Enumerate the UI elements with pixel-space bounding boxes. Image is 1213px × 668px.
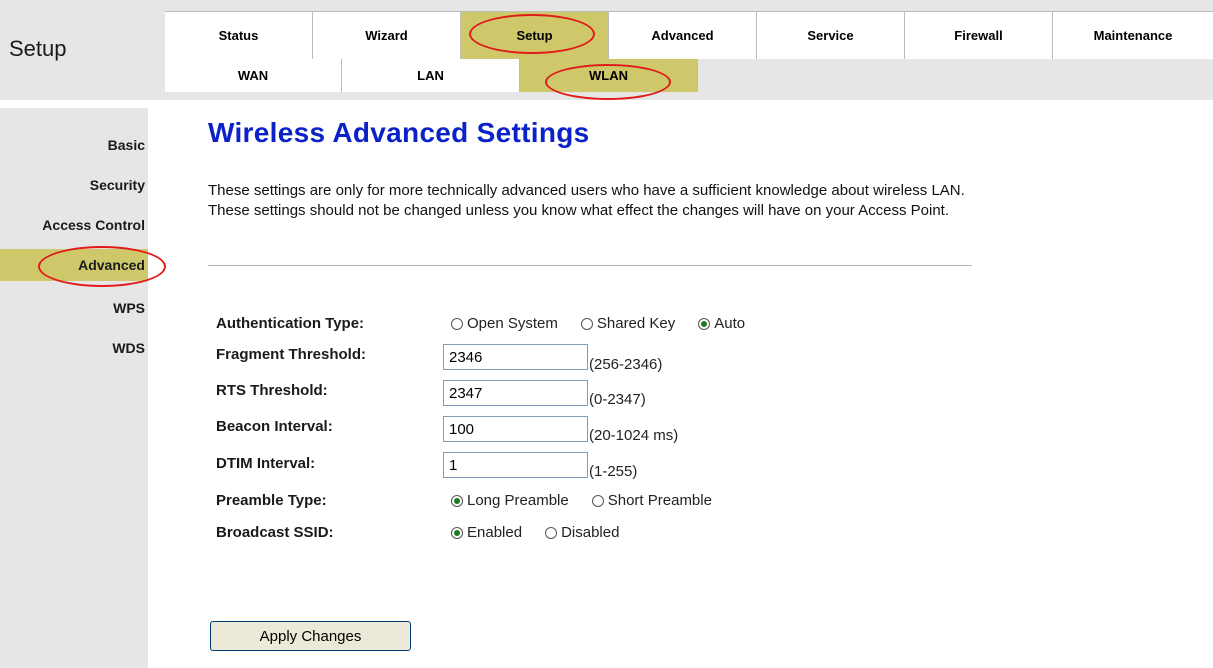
broadcast-ssid-label: Broadcast SSID: [216, 524, 334, 541]
tab-wizard[interactable]: Wizard [313, 12, 461, 59]
auth-open-system-option[interactable]: Open System [451, 315, 558, 332]
auth-shared-key-radio[interactable] [580, 317, 593, 330]
auth-shared-key-option[interactable]: Shared Key [580, 315, 676, 332]
sidebar-item-wps[interactable]: WPS [0, 292, 148, 324]
beacon-interval-label: Beacon Interval: [216, 418, 333, 435]
fragment-threshold-input[interactable] [443, 344, 588, 370]
broadcast-disabled-radio[interactable] [545, 526, 558, 539]
apply-changes-button[interactable]: Apply Changes [210, 621, 411, 651]
preamble-short-label: Short Preamble [607, 492, 712, 509]
broadcast-enabled-option[interactable]: Enabled [451, 524, 522, 541]
broadcast-disabled-option[interactable]: Disabled [545, 524, 619, 541]
auth-shared-key-label: Shared Key [596, 315, 676, 332]
auth-open-system-label: Open System [467, 315, 558, 332]
auth-auto-label: Auto [714, 315, 746, 332]
preamble-long-option[interactable]: Long Preamble [451, 492, 569, 509]
beacon-interval-range: (20-1024 ms) [589, 427, 679, 444]
sub-tabs: WAN LAN WLAN [165, 59, 1213, 92]
broadcast-ssid-radio-group: Enabled Disabled [451, 524, 642, 541]
tab-maintenance[interactable]: Maintenance [1053, 12, 1213, 59]
tab-status[interactable]: Status [165, 12, 313, 59]
tab-setup[interactable]: Setup [461, 12, 609, 59]
auth-type-radio-group: Open System Shared Key Auto [451, 315, 768, 332]
auth-auto-option[interactable]: Auto [698, 315, 745, 332]
beacon-interval-input[interactable] [443, 416, 588, 442]
fragment-threshold-range: (256-2346) [589, 356, 663, 373]
auth-type-label: Authentication Type: [216, 315, 365, 332]
sidebar: Basic Security Access Control Advanced W… [0, 108, 148, 668]
page-title: Wireless Advanced Settings [208, 117, 590, 148]
subtab-wlan[interactable]: WLAN [520, 59, 698, 92]
dtim-interval-range: (1-255) [589, 463, 638, 480]
sidebar-item-security[interactable]: Security [0, 169, 148, 201]
preamble-long-radio[interactable] [451, 494, 463, 507]
rts-threshold-label: RTS Threshold: [216, 382, 328, 399]
subtab-lan[interactable]: LAN [342, 59, 520, 92]
sidebar-item-basic[interactable]: Basic [0, 129, 148, 161]
sidebar-item-advanced[interactable]: Advanced [0, 249, 148, 281]
preamble-type-label: Preamble Type: [216, 492, 327, 509]
top-navigation: Setup Status Wizard Setup Advanced Servi… [0, 0, 1213, 100]
main-tabs: Status Wizard Setup Advanced Service Fir… [165, 11, 1213, 59]
sidebar-item-wds[interactable]: WDS [0, 332, 148, 364]
divider [208, 265, 972, 266]
rts-threshold-input[interactable] [443, 380, 588, 406]
intro-text: These settings are only for more technic… [208, 182, 965, 219]
preamble-long-label: Long Preamble [467, 492, 569, 509]
broadcast-enabled-label: Enabled [467, 524, 523, 541]
auth-auto-radio[interactable] [698, 317, 711, 330]
auth-open-system-radio[interactable] [451, 317, 463, 330]
tab-service[interactable]: Service [757, 12, 905, 59]
preamble-short-radio[interactable] [591, 494, 604, 507]
fragment-threshold-label: Fragment Threshold: [216, 346, 367, 363]
dtim-interval-label: DTIM Interval: [216, 455, 316, 472]
section-title: Setup [9, 36, 67, 61]
tab-firewall[interactable]: Firewall [905, 12, 1053, 59]
rts-threshold-range: (0-2347) [589, 391, 646, 408]
preamble-radio-group: Long Preamble Short Preamble [451, 492, 735, 509]
tab-advanced[interactable]: Advanced [609, 12, 757, 59]
main-content: Wireless Advanced Settings These setting… [148, 100, 1213, 668]
dtim-interval-input[interactable] [443, 452, 588, 478]
broadcast-disabled-label: Disabled [561, 524, 620, 541]
broadcast-enabled-radio[interactable] [451, 526, 463, 539]
sidebar-item-access-control[interactable]: Access Control [0, 209, 148, 241]
preamble-short-option[interactable]: Short Preamble [591, 492, 712, 509]
subtab-wan[interactable]: WAN [165, 59, 342, 92]
